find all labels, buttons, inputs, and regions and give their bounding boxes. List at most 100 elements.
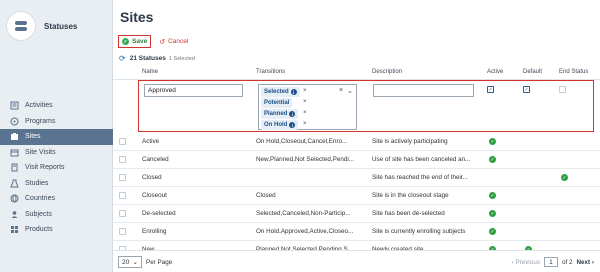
chip-planned: Planned i: [261, 109, 299, 119]
sidebar-item-subjects[interactable]: Subjects: [0, 207, 113, 223]
remove-chip-icon[interactable]: ×: [303, 121, 307, 127]
active-checkbox[interactable]: ✓: [487, 86, 494, 93]
visit-reports-icon: [9, 163, 19, 173]
sidebar-item-studies[interactable]: Studies: [0, 176, 113, 192]
programs-icon: [9, 116, 19, 126]
cell-description: Site has been de-selected: [372, 210, 445, 217]
sidebar-item-label: Programs: [25, 117, 56, 125]
table-row[interactable]: Closeout Closed Site is in the closeout …: [113, 187, 600, 205]
previous-label: Previous: [515, 258, 540, 266]
end-status-checkbox[interactable]: [559, 86, 566, 93]
sidebar: Statuses Activities Programs Sites Site …: [0, 0, 113, 272]
chip-on-hold: On Hold i: [261, 120, 299, 130]
column-header-active[interactable]: Active: [487, 69, 503, 75]
pager: ‹ Previous 1 of 2 Next ›: [512, 257, 594, 267]
app-header: Statuses: [0, 0, 112, 52]
site-visits-icon: [9, 147, 19, 157]
subjects-icon: [9, 209, 19, 219]
column-header-transitions[interactable]: Transitions: [256, 69, 285, 75]
remove-chip-icon[interactable]: ×: [303, 88, 307, 94]
refresh-icon[interactable]: ⟳: [119, 54, 126, 63]
main-content: Sites ✓ Save ↺ Cancel ⟳ 21 Statuses 1 Se…: [113, 0, 600, 272]
column-header-default[interactable]: Default: [523, 69, 542, 75]
cancel-label: Cancel: [168, 38, 189, 45]
row-checkbox[interactable]: [119, 156, 126, 163]
cell-transitions: New,Planned,Not Selected,Pendi...: [256, 156, 355, 163]
active-check-icon: ✓: [489, 138, 496, 145]
sidebar-item-label: Site Visits: [25, 148, 56, 156]
cell-transitions: Selected,Canceled,Non-Particip...: [256, 210, 351, 217]
sidebar-item-label: Products: [25, 226, 53, 234]
chip-label: Planned: [264, 111, 288, 117]
app-title: Statuses: [44, 21, 78, 31]
cell-name: De-selected: [142, 210, 176, 217]
activities-icon: [9, 101, 19, 111]
sidebar-item-products[interactable]: Products: [0, 222, 113, 238]
row-checkbox[interactable]: [119, 192, 126, 199]
chip-label: Selected: [264, 89, 289, 95]
pagination-footer: 20 ⌄ Per Page ‹ Previous 1 of 2 Next ›: [113, 250, 600, 272]
active-check-icon: ✓: [489, 210, 496, 217]
sites-icon: [9, 132, 19, 142]
cancel-button[interactable]: ↺ Cancel: [159, 38, 188, 46]
app-logo: [6, 11, 36, 41]
chip-potential: Potential: [261, 98, 293, 108]
statuses-logo-icon: [15, 21, 27, 31]
sidebar-item-countries[interactable]: Countries: [0, 191, 113, 207]
next-button[interactable]: Next ›: [576, 259, 594, 266]
row-checkbox[interactable]: [119, 210, 126, 217]
name-input[interactable]: Approved: [144, 84, 243, 97]
cell-description: Site is actively participating: [372, 138, 448, 145]
sidebar-item-programs[interactable]: Programs: [0, 114, 113, 130]
cell-name: Canceled: [142, 156, 169, 163]
table-row[interactable]: De-selected Selected,Canceled,Non-Partic…: [113, 205, 600, 223]
sidebar-nav: Activities Programs Sites Site Visits Vi…: [0, 98, 113, 238]
sidebar-item-label: Activities: [25, 102, 53, 110]
column-header-end-status[interactable]: End Status: [559, 69, 588, 75]
sidebar-item-sites[interactable]: Sites: [0, 129, 113, 145]
sidebar-item-label: Subjects: [25, 210, 52, 218]
table-row[interactable]: Canceled New,Planned,Not Selected,Pendi.…: [113, 151, 600, 169]
column-header-name[interactable]: Name: [142, 69, 158, 75]
chevron-down-icon: ⌄: [132, 259, 138, 266]
table-row[interactable]: Enrolling On Hold,Approved,Active,Closeo…: [113, 223, 600, 241]
check-icon: ✓: [122, 38, 129, 45]
default-checkbox[interactable]: ✓: [523, 86, 530, 93]
cell-transitions: On Hold,Approved,Active,Closeo...: [256, 228, 354, 235]
info-icon[interactable]: i: [289, 122, 296, 128]
sidebar-item-visit-reports[interactable]: Visit Reports: [0, 160, 113, 176]
table-row[interactable]: Closed Site has reached the end of their…: [113, 169, 600, 187]
column-header-description[interactable]: Description: [372, 69, 402, 75]
save-button[interactable]: ✓ Save: [118, 35, 152, 48]
remove-chip-icon[interactable]: ×: [303, 110, 307, 116]
description-input[interactable]: [373, 84, 474, 97]
next-label: Next: [576, 258, 591, 266]
cell-name: Closed: [142, 174, 162, 181]
sidebar-item-label: Sites: [25, 133, 41, 141]
end-status-check-icon: ✓: [561, 174, 568, 181]
page-number-input[interactable]: 1: [543, 257, 558, 267]
chip-label: Potential: [264, 100, 290, 106]
row-checkbox[interactable]: [119, 138, 126, 145]
sidebar-item-site-visits[interactable]: Site Visits: [0, 145, 113, 161]
sidebar-item-activities[interactable]: Activities: [0, 98, 113, 114]
table-row[interactable]: Active On Hold,Closeout,Cancel,Enro... S…: [113, 133, 600, 151]
chip-selected: Selected i: [261, 87, 300, 97]
cell-name: Closeout: [142, 192, 167, 199]
cell-description: Site is currently enrolling subjects: [372, 228, 466, 235]
previous-button[interactable]: ‹ Previous: [512, 259, 540, 266]
transitions-multiselect[interactable]: Selected i × Potential × Planned i × On …: [258, 84, 357, 130]
info-icon[interactable]: i: [289, 111, 296, 117]
info-icon[interactable]: i: [290, 89, 297, 95]
chevron-down-icon[interactable]: ⌄: [347, 87, 353, 95]
remove-chip-icon[interactable]: ×: [303, 99, 307, 105]
clear-all-icon[interactable]: ×: [339, 87, 343, 95]
per-page-select[interactable]: 20 ⌄: [118, 256, 142, 268]
cell-name: Enrolling: [142, 228, 167, 235]
cell-transitions: On Hold,Closeout,Cancel,Enro...: [256, 138, 348, 145]
row-checkbox[interactable]: [119, 228, 126, 235]
page-of-label: of 2: [561, 258, 573, 266]
count-summary: ⟳ 21 Statuses 1 Selected: [119, 54, 195, 63]
row-checkbox[interactable]: [119, 174, 126, 181]
multiselect-controls: × ⌄: [339, 87, 353, 95]
